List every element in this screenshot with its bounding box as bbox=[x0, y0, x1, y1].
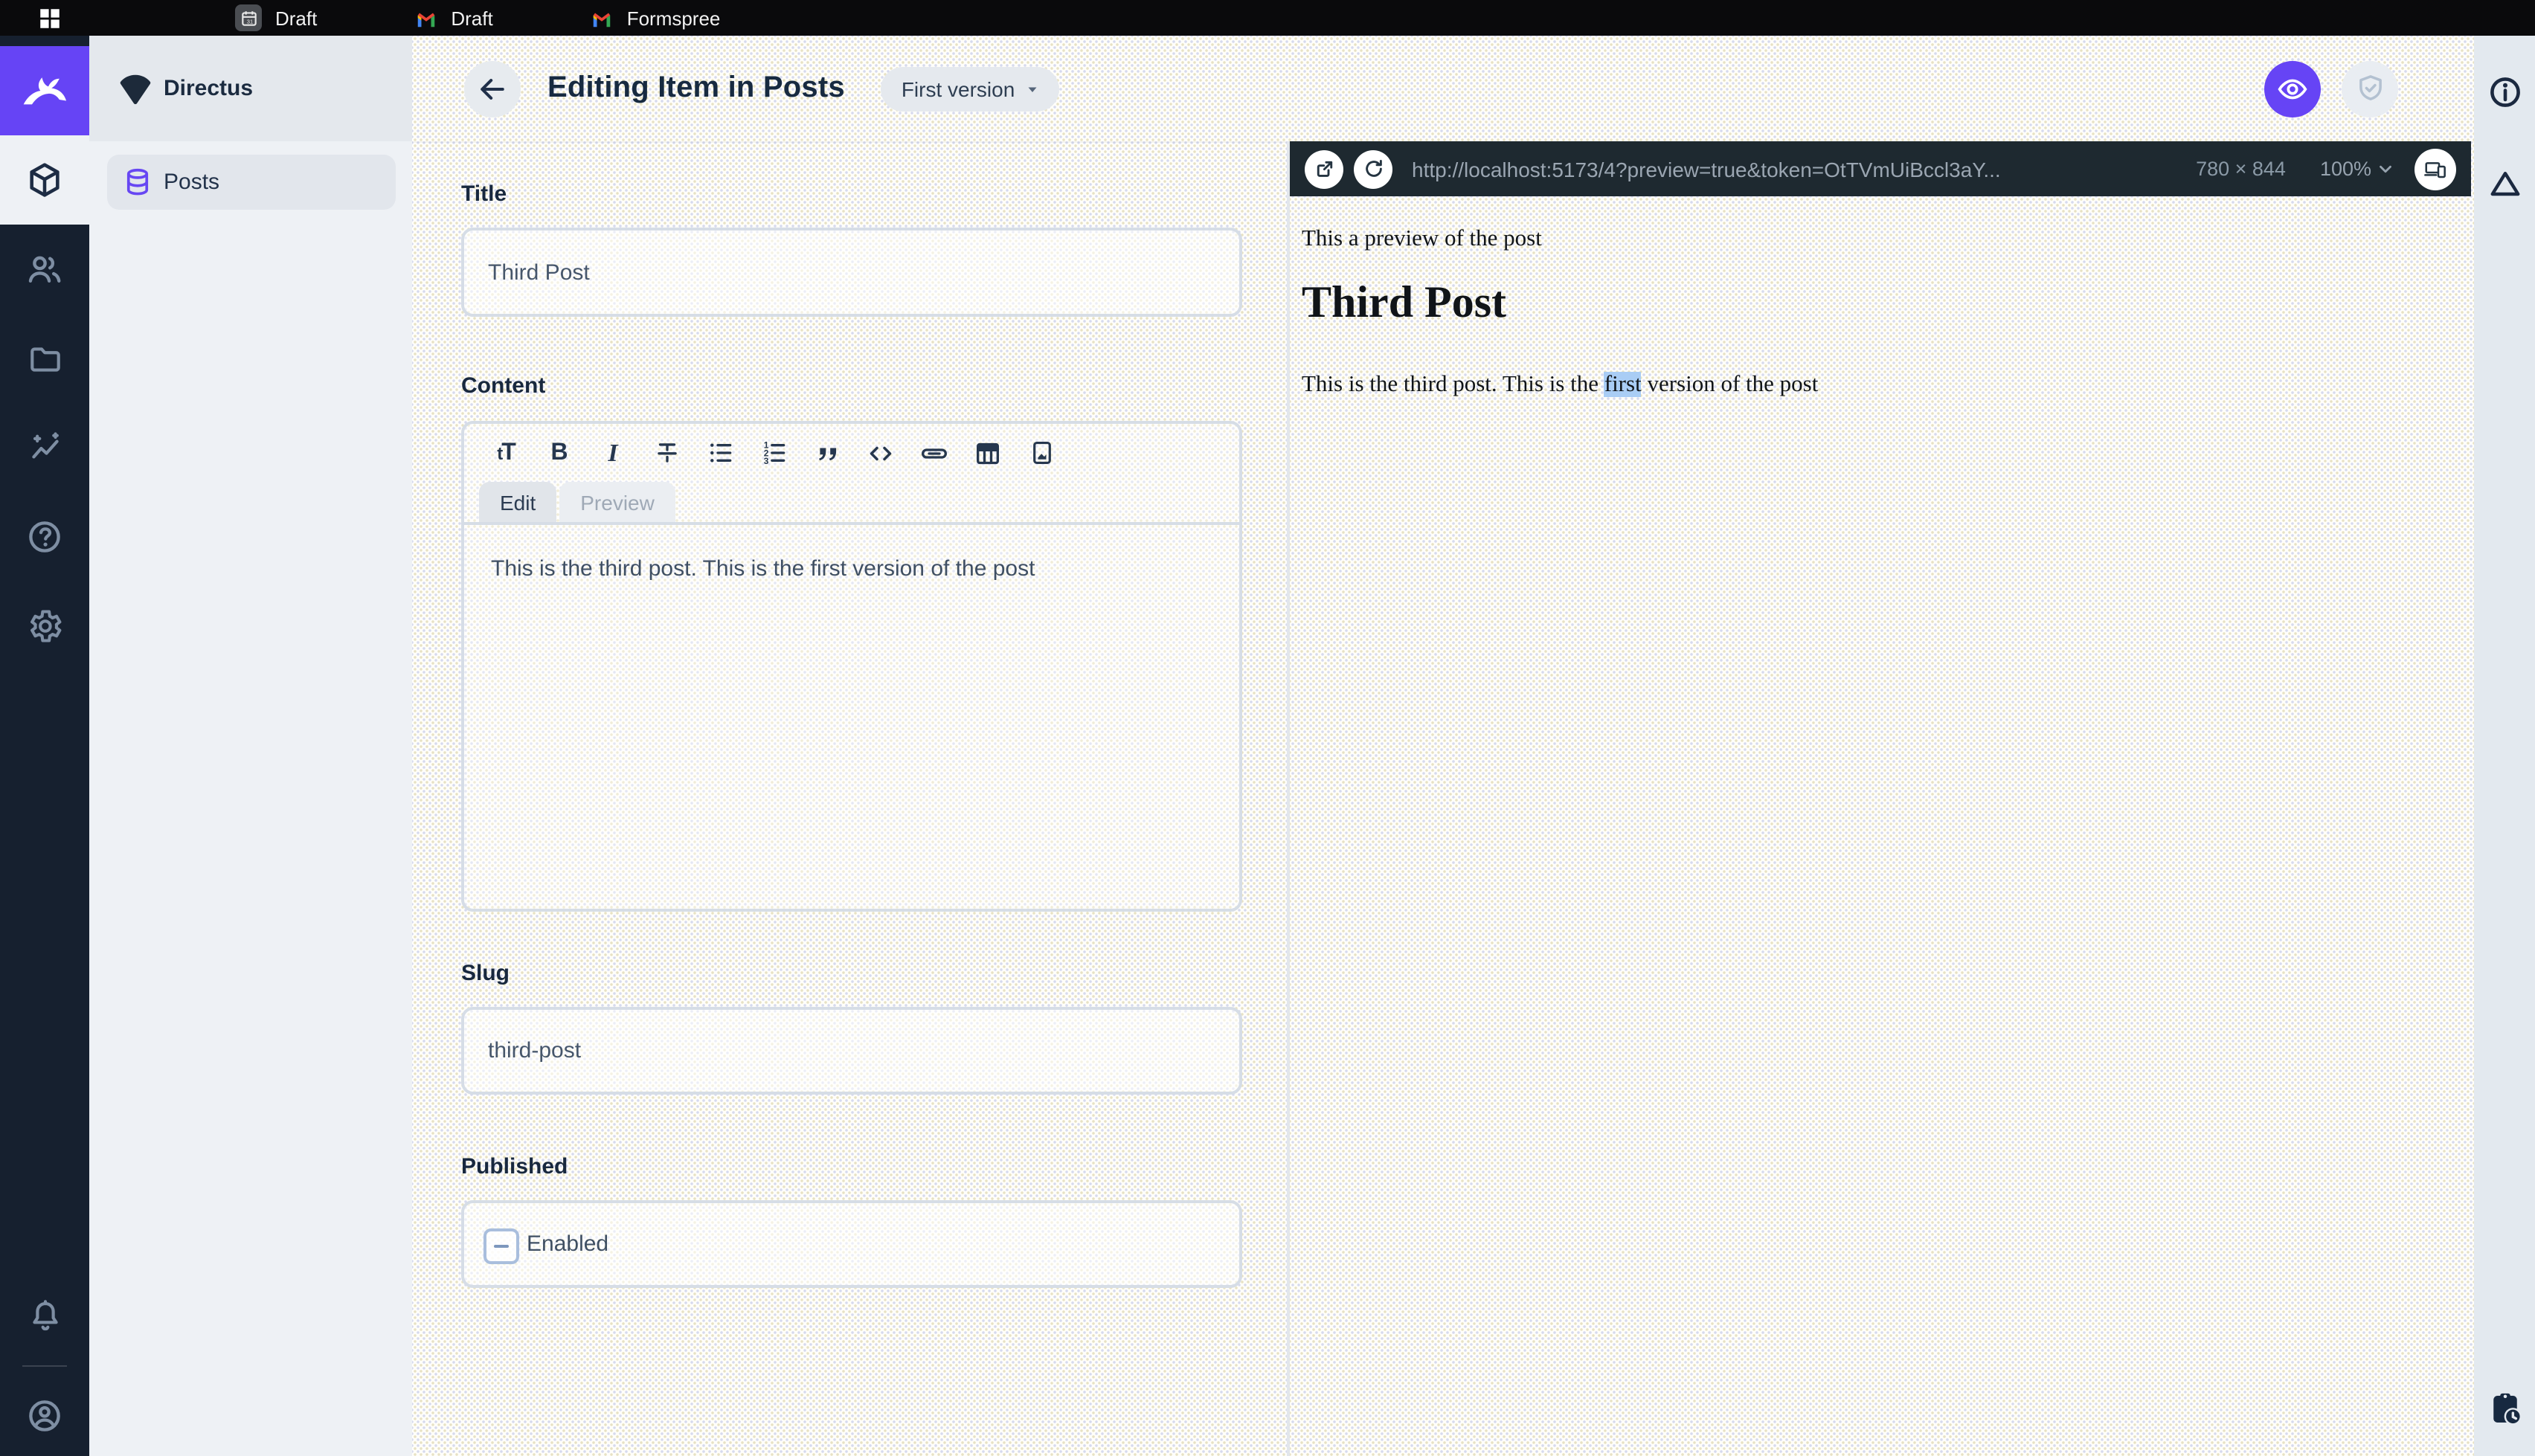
promote-version-button[interactable] bbox=[2342, 60, 2398, 117]
published-checkbox[interactable] bbox=[483, 1228, 519, 1264]
info-icon[interactable] bbox=[2487, 74, 2522, 110]
files-module-icon[interactable] bbox=[0, 314, 89, 403]
database-icon bbox=[126, 168, 149, 196]
preview-zoom-selector[interactable]: 100% bbox=[2320, 158, 2395, 180]
preview-highlighted-word: first bbox=[1604, 372, 1642, 397]
minus-icon bbox=[494, 1244, 509, 1249]
browser-tab-label: Draft bbox=[275, 7, 318, 29]
published-field-label: Published bbox=[461, 1154, 568, 1179]
editor-tabs: Edit Preview bbox=[464, 482, 1239, 525]
published-toggle[interactable]: Enabled bbox=[461, 1200, 1242, 1288]
heading-icon[interactable]: tT bbox=[483, 431, 528, 475]
tab-edit[interactable]: Edit bbox=[479, 482, 557, 522]
zoom-value: 100% bbox=[2319, 158, 2371, 180]
calendar-icon: 31 bbox=[235, 4, 262, 31]
page-title: Editing Item in Posts bbox=[547, 71, 845, 104]
slug-input-value: third-post bbox=[488, 1038, 582, 1063]
strikethrough-icon[interactable] bbox=[644, 431, 689, 475]
browser-tab-label: Formspree bbox=[626, 7, 721, 29]
preview-toggle-button[interactable] bbox=[2264, 60, 2321, 117]
responsive-mode-button[interactable] bbox=[2414, 148, 2456, 190]
gmail-icon bbox=[415, 8, 437, 28]
version-label: First version bbox=[901, 77, 1015, 100]
nav-sidebar: Directus Posts bbox=[89, 36, 412, 1456]
browser-tab-formspree[interactable]: Formspree bbox=[591, 7, 721, 29]
blockquote-icon[interactable] bbox=[805, 431, 849, 475]
project-name: Directus bbox=[164, 76, 254, 101]
shield-check-icon bbox=[2359, 75, 2381, 100]
preview-url[interactable]: http://localhost:5173/4?preview=true&tok… bbox=[1412, 157, 2185, 181]
content-field-label: Content bbox=[461, 373, 546, 399]
content-textarea[interactable]: This is the third post. This is the firs… bbox=[464, 525, 1239, 614]
title-input-value: Third Post bbox=[488, 260, 590, 285]
title-input[interactable]: Third Post bbox=[461, 228, 1242, 317]
open-in-new-tab-button[interactable] bbox=[1305, 149, 1343, 188]
bullet-list-icon[interactable] bbox=[698, 431, 742, 475]
item-form: Title Third Post Content tT B I 1 2 3 Ed… bbox=[412, 141, 1290, 1456]
slug-field-label: Slug bbox=[461, 961, 510, 986]
image-icon[interactable] bbox=[1019, 431, 1064, 475]
eye-icon bbox=[2278, 78, 2307, 99]
insights-module-icon[interactable] bbox=[0, 403, 89, 492]
app-grid-icon[interactable] bbox=[37, 5, 62, 30]
gmail-icon bbox=[591, 8, 614, 28]
live-preview-pane: http://localhost:5173/4?preview=true&tok… bbox=[1290, 141, 2474, 1456]
markdown-editor: tT B I 123 Edit Preview This is the thir… bbox=[461, 421, 1242, 912]
version-selector[interactable]: First version bbox=[880, 66, 1060, 111]
title-field-label: Title bbox=[461, 181, 507, 207]
browser-tab-label: Draft bbox=[451, 7, 493, 29]
os-top-bar: 31 Draft Draft Formspree bbox=[0, 0, 2535, 36]
browser-tab-draft-2[interactable]: Draft bbox=[415, 7, 493, 29]
italic-icon[interactable]: I bbox=[591, 431, 635, 475]
delta-triangle-icon[interactable] bbox=[2487, 167, 2522, 201]
module-bar bbox=[0, 36, 89, 1456]
external-link-icon bbox=[1316, 161, 1332, 177]
account-avatar-icon[interactable] bbox=[0, 1376, 89, 1456]
project-header[interactable]: Directus bbox=[89, 36, 412, 141]
preview-post-title: Third Post bbox=[1302, 278, 1507, 327]
tab-preview[interactable]: Preview bbox=[559, 482, 675, 522]
svg-text:31: 31 bbox=[246, 18, 252, 25]
page-header: Editing Item in Posts First version bbox=[412, 36, 2474, 143]
help-module-icon[interactable] bbox=[0, 492, 89, 582]
browser-tab-draft-1[interactable]: 31 Draft bbox=[235, 4, 317, 31]
published-checkbox-label: Enabled bbox=[527, 1231, 609, 1257]
notifications-bell-icon[interactable] bbox=[0, 1276, 89, 1356]
code-icon[interactable] bbox=[858, 431, 903, 475]
devices-icon bbox=[2424, 161, 2446, 178]
module-bar-divider bbox=[22, 1365, 67, 1367]
chevron-down-icon bbox=[2380, 165, 2391, 173]
bold-icon[interactable]: B bbox=[537, 431, 582, 475]
numbered-list-icon[interactable]: 123 bbox=[751, 431, 796, 475]
preview-dimensions: 780 × 844 bbox=[2196, 158, 2286, 180]
back-button[interactable] bbox=[464, 60, 521, 117]
preview-post-body: This is the third post. This is the firs… bbox=[1302, 372, 2373, 399]
link-icon[interactable] bbox=[912, 431, 957, 475]
preview-url-bar: http://localhost:5173/4?preview=true&tok… bbox=[1290, 141, 2471, 196]
preview-body-before: This is the third post. This is the bbox=[1302, 372, 1604, 397]
project-logo-icon bbox=[115, 68, 156, 109]
users-module-icon[interactable] bbox=[0, 225, 89, 314]
refresh-icon bbox=[1365, 159, 1381, 177]
refresh-preview-button[interactable] bbox=[1354, 149, 1392, 188]
preview-body-after: version of the post bbox=[1641, 372, 1819, 397]
content-module-icon[interactable] bbox=[0, 135, 89, 225]
table-icon[interactable] bbox=[966, 431, 1010, 475]
sidebar-item-posts[interactable]: Posts bbox=[107, 155, 396, 210]
slug-input[interactable]: third-post bbox=[461, 1007, 1242, 1095]
clipboard-clock-icon[interactable] bbox=[2484, 1389, 2525, 1429]
preview-intro-text: This a preview of the post bbox=[1302, 226, 1542, 251]
svg-text:3: 3 bbox=[763, 456, 768, 466]
main-area: Editing Item in Posts First version Titl… bbox=[412, 36, 2474, 1456]
directus-rabbit-logo[interactable] bbox=[0, 46, 89, 135]
settings-module-icon[interactable] bbox=[0, 582, 89, 671]
caret-down-icon bbox=[1028, 86, 1037, 91]
sidebar-item-label: Posts bbox=[164, 170, 220, 195]
right-sidebar-strip bbox=[2474, 36, 2535, 1456]
editor-toolbar: tT B I 123 bbox=[464, 424, 1239, 482]
app-root: 31 Draft Draft Formspree Directus Posts … bbox=[0, 0, 2535, 1456]
